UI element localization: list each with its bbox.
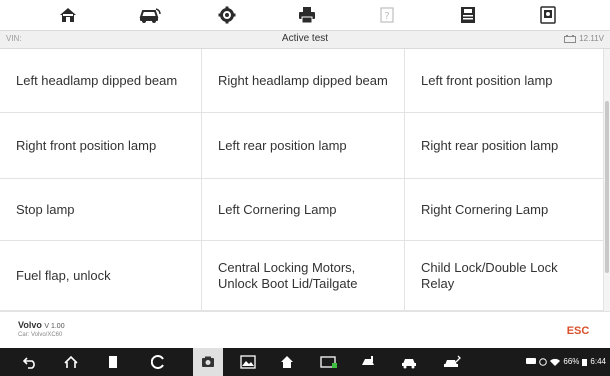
nav-home-icon[interactable]	[64, 354, 78, 370]
test-item[interactable]: Right front position lamp	[0, 113, 202, 179]
autel-home-icon[interactable]	[280, 354, 294, 370]
print-icon[interactable]	[296, 4, 318, 26]
grid-scrollbar[interactable]	[604, 49, 610, 311]
wifi-icon	[550, 358, 561, 366]
test-item-label: Left front position lamp	[421, 72, 553, 88]
help-icon[interactable]: ?	[376, 4, 398, 26]
test-item[interactable]: Stop lamp	[0, 179, 202, 241]
test-item-label: Stop lamp	[16, 201, 75, 217]
scrollbar-thumb[interactable]	[605, 101, 609, 273]
data-manager-icon[interactable]	[537, 4, 559, 26]
save-icon[interactable]	[457, 4, 479, 26]
vehicle-info: Volvo V 1.00	[18, 320, 65, 330]
clock-time: 6:44	[590, 357, 606, 366]
top-toolbar: ?	[0, 0, 610, 30]
test-item-label: Child Lock/Double Lock Relay	[421, 259, 558, 291]
car-tools-icon[interactable]	[443, 354, 461, 370]
test-item-label: Right Cornering Lamp	[421, 201, 549, 217]
test-item-label: Right front position lamp	[16, 137, 157, 153]
vehicle-swap-icon[interactable]	[137, 4, 163, 26]
test-item-label: Right rear position lamp	[421, 137, 559, 153]
vehicle-version: V 1.00	[44, 323, 65, 330]
test-item-label: Right headlamp dipped beam	[218, 72, 388, 88]
battery-percent: 66%	[563, 357, 580, 366]
test-item[interactable]: Left rear position lamp	[202, 113, 405, 179]
test-item-label: Left rear position lamp	[218, 137, 347, 153]
test-item[interactable]: Right Cornering Lamp	[405, 179, 604, 241]
test-item-label: Fuel flap, unlock	[16, 267, 111, 283]
test-item[interactable]: Child Lock/Double Lock Relay	[405, 241, 604, 311]
svg-text:?: ?	[384, 11, 389, 22]
voltage-indicator: 12.11V	[564, 34, 604, 43]
back-icon[interactable]	[23, 354, 37, 370]
browser-icon[interactable]	[151, 354, 165, 370]
footer-bar: Volvo V 1.00 Car: Volvo/XC60 ESC	[0, 311, 610, 349]
battery-icon	[582, 358, 588, 366]
gallery-icon[interactable]	[240, 354, 256, 370]
test-item[interactable]: Right rear position lamp	[405, 113, 604, 179]
voltage-value: 12.11V	[579, 34, 604, 43]
page-title: Active test	[281, 33, 329, 44]
test-item-label: Left Cornering Lamp	[218, 201, 337, 217]
settings-icon[interactable]	[216, 4, 238, 26]
vci-icon[interactable]	[320, 354, 338, 370]
test-item[interactable]: Left front position lamp	[405, 49, 604, 113]
clock-icon	[539, 357, 548, 366]
message-icon	[526, 357, 537, 364]
test-item[interactable]: Fuel flap, unlock	[0, 241, 202, 311]
test-item[interactable]: Left headlamp dipped beam	[0, 49, 202, 113]
home-icon[interactable]	[57, 4, 79, 26]
android-nav-bar	[0, 348, 610, 376]
esc-button[interactable]: ESC	[556, 319, 600, 343]
test-item-label: Left headlamp dipped beam	[16, 72, 178, 88]
test-item-label: Central Locking Motors, Unlock Boot Lid/…	[218, 259, 358, 291]
battery-icon	[564, 34, 577, 43]
car-icon[interactable]	[401, 354, 417, 370]
test-item[interactable]: Right headlamp dipped beam	[202, 49, 405, 113]
vehicle-car: Car: Volvo/XC60	[18, 332, 63, 338]
status-bar: 66% 6:44	[526, 357, 606, 366]
vehicle-make: Volvo	[18, 320, 42, 330]
active-test-grid: Left headlamp dipped beam Right headlamp…	[0, 49, 604, 311]
camera-icon[interactable]	[201, 354, 215, 370]
service-icon[interactable]	[360, 354, 376, 370]
test-item[interactable]: Central Locking Motors, Unlock Boot Lid/…	[202, 241, 405, 311]
header-bar: VIN: Active test 12.11V	[0, 30, 610, 49]
recent-apps-icon[interactable]	[107, 354, 119, 370]
test-item[interactable]: Left Cornering Lamp	[202, 179, 405, 241]
